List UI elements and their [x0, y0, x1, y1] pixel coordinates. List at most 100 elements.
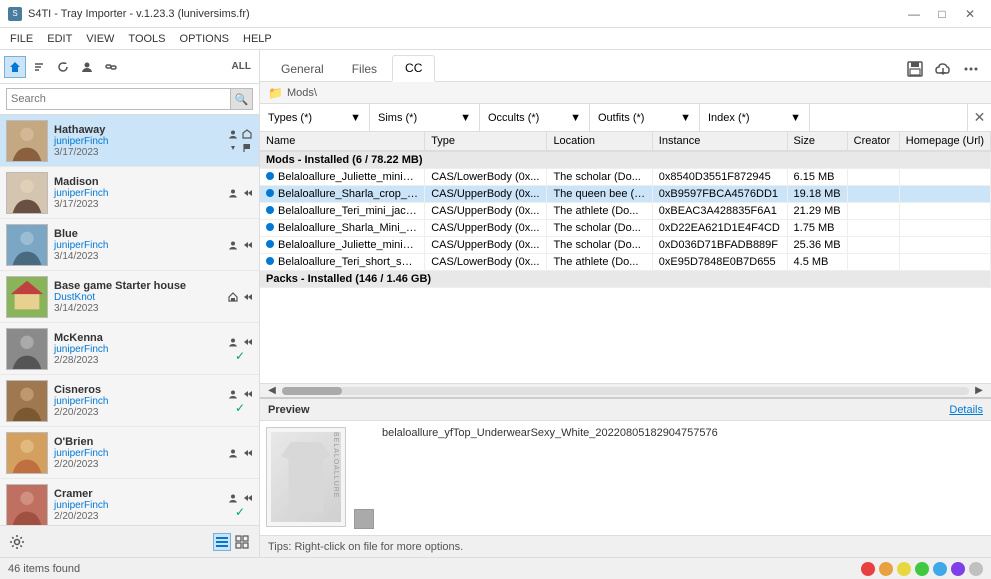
table-row[interactable]: Belaloallure_Juliette_mini_sweat... CAS/…: [260, 237, 991, 254]
refresh-button[interactable]: [52, 56, 74, 78]
table-row[interactable]: Belaloallure_Juliette_mini_skirt CAS/Low…: [260, 169, 991, 186]
menu-tools[interactable]: TOOLS: [122, 31, 171, 47]
avatar: [6, 432, 48, 474]
sims-filter[interactable]: Sims (*) ▼: [370, 104, 480, 131]
dot-purple[interactable]: [951, 562, 965, 576]
menu-file[interactable]: FILE: [4, 31, 39, 47]
close-button[interactable]: ✕: [957, 5, 983, 23]
cell-size: 21.29 MB: [787, 203, 847, 220]
avatar: [6, 276, 48, 318]
sidebar-item-sub: juniperFinch: [54, 240, 221, 251]
maximize-button[interactable]: □: [929, 5, 955, 23]
scroll-right-btn[interactable]: ▶: [969, 384, 989, 398]
dot-blue[interactable]: [933, 562, 947, 576]
col-homepage[interactable]: Homepage (Url): [899, 132, 990, 151]
col-location[interactable]: Location: [547, 132, 652, 151]
cell-instance: 0xBEAC3A428835F6A1: [652, 203, 787, 220]
sidebar-item-sub: juniperFinch: [54, 136, 221, 147]
search-input[interactable]: [7, 93, 230, 105]
sidebar-item-sub: juniperFinch: [54, 188, 221, 199]
dot-green[interactable]: [915, 562, 929, 576]
all-filter[interactable]: ALL: [228, 59, 255, 74]
titlebar: S S4TI - Tray Importer - v.1.23.3 (luniv…: [0, 0, 991, 28]
settings-icon-btn[interactable]: [8, 533, 26, 551]
tab-general[interactable]: General: [268, 56, 337, 81]
flag-icon: [241, 142, 253, 154]
tab-cc[interactable]: CC: [392, 55, 435, 82]
cell-location: The scholar (Do...: [547, 169, 652, 186]
home-button[interactable]: [4, 56, 26, 78]
cell-homepage: [899, 169, 990, 186]
occults-filter[interactable]: Occults (*) ▼: [480, 104, 590, 131]
person-icon-btn[interactable]: [76, 56, 98, 78]
col-type[interactable]: Type: [425, 132, 547, 151]
main-layout: ALL 🔍 Hathaway: [0, 50, 991, 557]
dot-red[interactable]: [861, 562, 875, 576]
col-size[interactable]: Size: [787, 132, 847, 151]
menu-view[interactable]: VIEW: [80, 31, 120, 47]
shirt-shape: [281, 442, 331, 512]
menu-options[interactable]: OPTIONS: [174, 31, 236, 47]
cloud-button[interactable]: [931, 57, 955, 81]
table-row[interactable]: Belaloallure_Teri_short_shorts CAS/Lower…: [260, 254, 991, 271]
index-filter[interactable]: Index (*) ▼: [700, 104, 810, 131]
sidebar-list[interactable]: Hathaway juniperFinch 3/17/2023: [0, 115, 259, 525]
index-filter-label: Index (*): [708, 112, 750, 124]
menu-dots-button[interactable]: [959, 57, 983, 81]
dot-gray[interactable]: [969, 562, 983, 576]
sort-button[interactable]: [28, 56, 50, 78]
preview-content: BELALOALLURE belaloallure_yfTop_Underwea…: [260, 421, 991, 535]
list-item[interactable]: Base game Starter house DustKnot 3/14/20…: [0, 271, 259, 323]
menu-help[interactable]: HELP: [237, 31, 278, 47]
tab-files[interactable]: Files: [339, 56, 390, 81]
save-button[interactable]: [903, 57, 927, 81]
col-creator[interactable]: Creator: [847, 132, 899, 151]
list-item[interactable]: Blue juniperFinch 3/14/2023: [0, 219, 259, 271]
list-item[interactable]: McKenna juniperFinch 2/28/2023 ✓: [0, 323, 259, 375]
sidebar-item-date: 2/20/2023: [54, 407, 221, 418]
types-filter[interactable]: Types (*) ▼: [260, 104, 370, 131]
search-button[interactable]: 🔍: [230, 89, 252, 109]
dot-orange[interactable]: [879, 562, 893, 576]
list-item[interactable]: Madison juniperFinch 3/17/2023: [0, 167, 259, 219]
scroll-track[interactable]: [282, 387, 969, 395]
col-instance[interactable]: Instance: [652, 132, 787, 151]
scroll-thumb[interactable]: [282, 387, 342, 395]
filter-close-button[interactable]: ✕: [967, 104, 991, 132]
table-row[interactable]: Belaloallure_Sharla_Mini_skirt CAS/Upper…: [260, 220, 991, 237]
avatar: [6, 484, 48, 526]
grid-view-button[interactable]: [233, 533, 251, 551]
link-button[interactable]: [100, 56, 122, 78]
dot-yellow[interactable]: [897, 562, 911, 576]
sidebar-item-info: McKenna juniperFinch 2/28/2023: [54, 332, 221, 366]
list-item[interactable]: Hathaway juniperFinch 3/17/2023: [0, 115, 259, 167]
preview-color-swatch[interactable]: [354, 509, 374, 529]
table-row[interactable]: Belaloallure_Teri_mini_jacket CAS/UpperB…: [260, 203, 991, 220]
dot-icon: [266, 223, 274, 231]
sidebar: ALL 🔍 Hathaway: [0, 50, 260, 557]
list-item[interactable]: Cramer juniperFinch 2/20/2023 ✓: [0, 479, 259, 525]
sidebar-item-date: 3/14/2023: [54, 251, 221, 262]
list-item[interactable]: Cisneros juniperFinch 2/20/2023 ✓: [0, 375, 259, 427]
app-icon: S: [8, 7, 22, 21]
scroll-left-btn[interactable]: ◀: [262, 384, 282, 398]
sidebar-item-icons: [227, 128, 253, 154]
sidebar-item-name: Cramer: [54, 488, 221, 500]
list-item[interactable]: O'Brien juniperFinch 2/20/2023: [0, 427, 259, 479]
icon-row: [227, 128, 253, 140]
cell-homepage: [899, 203, 990, 220]
list-view-button[interactable]: [213, 533, 231, 551]
menu-edit[interactable]: EDIT: [41, 31, 78, 47]
horizontal-scrollbar[interactable]: ◀ ▶: [260, 383, 991, 397]
cell-homepage: [899, 237, 990, 254]
col-name[interactable]: Name: [260, 132, 425, 151]
sidebar-item-name: Hathaway: [54, 124, 221, 136]
minimize-button[interactable]: —: [901, 5, 927, 23]
outfits-filter[interactable]: Outfits (*) ▼: [590, 104, 700, 131]
preview-label: Preview: [268, 404, 310, 416]
cell-homepage: [899, 220, 990, 237]
table-row[interactable]: Belaloallure_Sharla_crop_shirt CAS/Upper…: [260, 186, 991, 203]
sidebar-item-sub: juniperFinch: [54, 396, 221, 407]
preview-details-link[interactable]: Details: [949, 404, 983, 416]
table-area[interactable]: Name Type Location Instance Size Creator…: [260, 132, 991, 383]
